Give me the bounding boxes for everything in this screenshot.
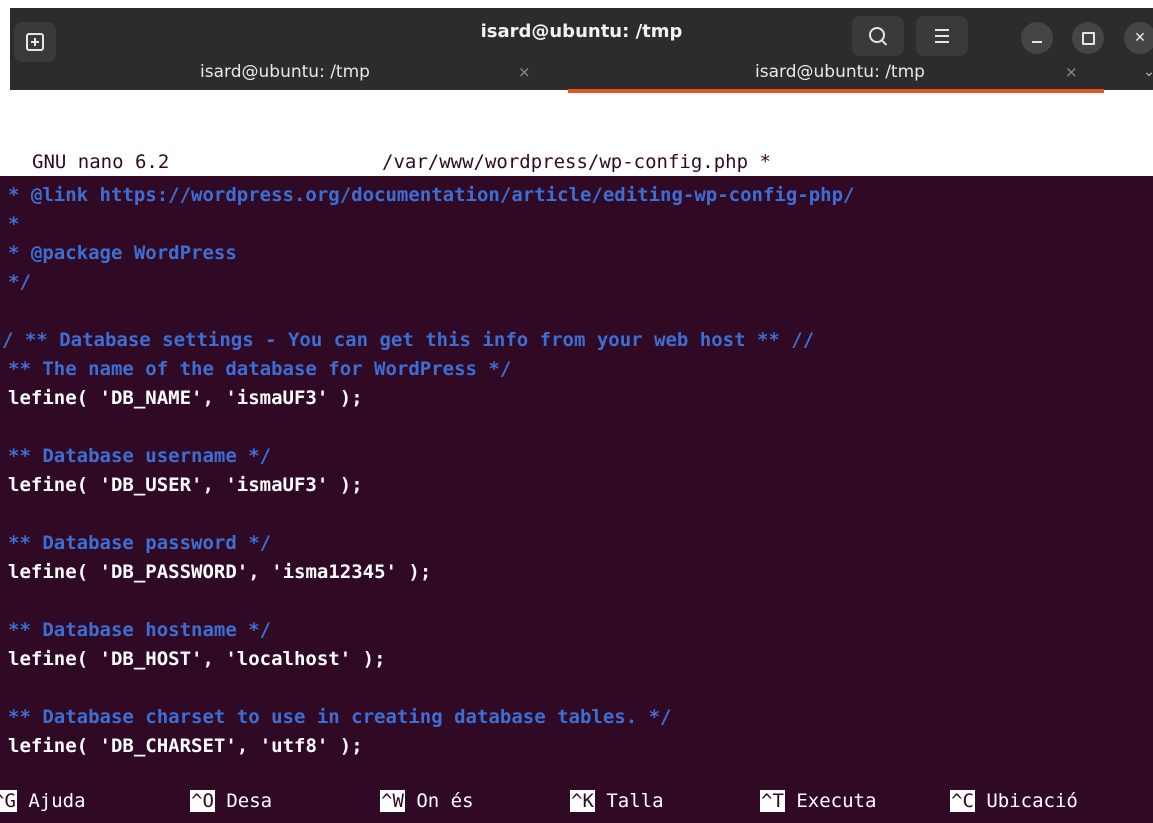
code-sep: , xyxy=(202,474,226,496)
code-sep: , xyxy=(202,387,226,409)
code-prefix: lefine( xyxy=(8,648,100,670)
maximize-button[interactable] xyxy=(1072,22,1104,54)
window-title: isard@ubuntu: /tmp xyxy=(480,21,683,42)
chevron-down-icon[interactable]: ⌄ xyxy=(1143,64,1153,80)
maximize-icon xyxy=(1081,31,1095,45)
code-value: 'ismaUF3' xyxy=(225,387,329,409)
tab-close-icon[interactable]: × xyxy=(1065,54,1078,90)
code-suffix: ); xyxy=(351,648,386,670)
menu-button[interactable] xyxy=(916,16,968,56)
tab-bar: isard@ubuntu: /tmp × isard@ubuntu: /tmp … xyxy=(10,54,1153,93)
comment-line: ** The name of the database for WordPres… xyxy=(8,358,512,380)
comment-line: / ** Database settings - You can get thi… xyxy=(2,329,815,351)
shortcut-label: Ajuda xyxy=(16,790,86,812)
code-line: lefine( 'DB_HOST', 'localhost' ); xyxy=(8,648,386,670)
code-value: 'localhost' xyxy=(225,648,352,670)
comment-line: ** Database hostname */ xyxy=(8,619,272,641)
code-sep: , xyxy=(248,561,272,583)
terminal-titlebar: isard@ubuntu: /tmp ✕ isard@ubuntu: /tmp … xyxy=(10,8,1153,93)
code-prefix: lefine( xyxy=(8,474,100,496)
code-suffix: ); xyxy=(396,561,432,583)
shortcut-label: Ubicació xyxy=(974,790,1078,812)
nano-filename: /var/www/wordpress/wp-config.php * xyxy=(382,151,771,173)
nano-header-bar: GNU nano 6.2 /var/www/wordpress/wp-confi… xyxy=(0,150,1153,176)
code-value: 'isma12345' xyxy=(271,561,397,583)
comment-line: * xyxy=(8,213,20,235)
code-line: lefine( 'DB_USER', 'ismaUF3' ); xyxy=(8,474,363,496)
code-prefix: lefine( xyxy=(8,387,100,409)
code-key: 'DB_NAME' xyxy=(99,387,203,409)
search-icon xyxy=(869,27,885,43)
close-window-button[interactable]: ✕ xyxy=(1124,22,1153,54)
comment-line: ** Database username */ xyxy=(8,445,272,467)
shortcut-on-s[interactable]: ^W On és xyxy=(380,790,474,818)
tab-close-icon[interactable]: × xyxy=(518,54,531,90)
comment-line: * @package WordPress xyxy=(8,242,237,264)
shortcut-label: On és xyxy=(404,790,474,812)
code-key: 'DB_USER' xyxy=(99,474,203,496)
shortcut-key: ^T xyxy=(760,790,785,812)
code-sep: , xyxy=(202,648,226,670)
code-key: 'DB_HOST' xyxy=(99,648,203,670)
comment-line: */ xyxy=(8,271,31,293)
hamburger-menu-icon xyxy=(935,29,949,43)
code-key: 'DB_CHARSET' xyxy=(99,735,237,757)
tab-terminal-2-active[interactable]: isard@ubuntu: /tmp × xyxy=(565,54,1115,93)
nano-shortcut-bar: ^G Ajuda ^O Desa ^W On és ^K Talla ^T Execut… xyxy=(0,790,1153,820)
code-line: lefine( 'DB_PASSWORD', 'isma12345' ); xyxy=(8,561,431,583)
comment-line: ** Database charset to use in creating d… xyxy=(8,706,672,728)
shortcut-key: ^G xyxy=(0,790,17,812)
code-prefix: lefine( xyxy=(8,561,100,583)
new-tab-icon xyxy=(26,33,44,51)
code-suffix: ); xyxy=(328,387,363,409)
shortcut-ubicaci-[interactable]: ^C Ubicació xyxy=(950,790,1078,818)
shortcut-label: Desa xyxy=(214,790,273,812)
shortcut-label: Talla xyxy=(594,790,664,812)
tab-label: isard@ubuntu: /tmp xyxy=(755,62,925,82)
shortcut-executa[interactable]: ^T Executa xyxy=(760,790,876,818)
tab-label: isard@ubuntu: /tmp xyxy=(200,62,370,82)
code-value: 'utf8' xyxy=(259,735,329,757)
shortcut-key: ^K xyxy=(570,790,595,812)
close-icon: ✕ xyxy=(1134,30,1146,46)
shortcut-key: ^W xyxy=(380,790,405,812)
tab-terminal-1[interactable]: isard@ubuntu: /tmp × xyxy=(10,54,560,90)
minimize-icon xyxy=(1032,41,1042,43)
shortcut-talla[interactable]: ^K Talla xyxy=(570,790,664,818)
shortcut-label: Executa xyxy=(784,790,877,812)
comment-line: * @link https://wordpress.org/documentat… xyxy=(8,184,855,206)
code-suffix: ); xyxy=(328,735,363,757)
shortcut-ajuda[interactable]: ^G Ajuda xyxy=(0,790,86,818)
shortcut-desa[interactable]: ^O Desa xyxy=(190,790,272,818)
shortcut-key: ^O xyxy=(190,790,215,812)
code-prefix: lefine( xyxy=(8,735,100,757)
comment-line: ** Database password */ xyxy=(8,532,272,554)
code-value: 'ismaUF3' xyxy=(225,474,329,496)
active-tab-indicator xyxy=(568,89,1104,93)
search-button[interactable] xyxy=(852,16,904,56)
nano-version: GNU nano 6.2 xyxy=(32,151,170,173)
code-key: 'DB_PASSWORD' xyxy=(99,561,249,583)
code-sep: , xyxy=(236,735,260,757)
minimize-button[interactable] xyxy=(1021,22,1053,54)
code-line: lefine( 'DB_CHARSET', 'utf8' ); xyxy=(8,735,363,757)
terminal-area[interactable]: GNU nano 6.2 /var/www/wordpress/wp-confi… xyxy=(0,150,1153,823)
shortcut-key: ^C xyxy=(950,790,975,812)
code-line: lefine( 'DB_NAME', 'ismaUF3' ); xyxy=(8,387,363,409)
code-suffix: ); xyxy=(328,474,363,496)
